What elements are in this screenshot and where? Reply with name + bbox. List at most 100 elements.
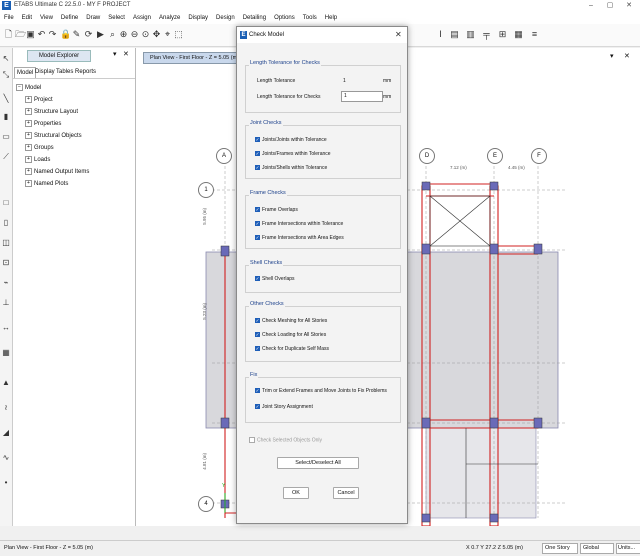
checkbox-frame-overlaps[interactable]: ✓ Frame Overlaps — [255, 207, 298, 213]
draw-triangle-icon[interactable]: ▲ — [1, 378, 11, 388]
close-view-icon[interactable]: ✕ — [624, 52, 630, 60]
menu-view[interactable]: View — [36, 12, 57, 24]
beam-icon[interactable]: ╤ — [482, 29, 491, 39]
pointer-icon[interactable]: ↖ — [1, 54, 11, 64]
draw-dimension-icon[interactable]: ↔ — [1, 323, 11, 333]
menu-options[interactable]: Options — [270, 12, 299, 24]
draw-point-icon[interactable]: • — [1, 478, 11, 488]
close-icon[interactable]: ✕ — [622, 1, 636, 11]
open-folder-icon[interactable]: 🗁 — [15, 29, 26, 39]
zoom-fit-icon[interactable]: ⊙ — [141, 29, 150, 39]
draw-floor-icon[interactable]: □ — [1, 198, 11, 208]
draw-link-icon[interactable]: ⌁ — [1, 278, 11, 288]
draw-tendon-icon[interactable]: ∿ — [1, 453, 11, 463]
tree-item-structure-layout[interactable]: + Structure Layout — [25, 108, 78, 116]
draw-line-icon[interactable]: ╲ — [1, 94, 11, 104]
checkbox-check-meshing[interactable]: ✓ Check Meshing for All Stories — [255, 318, 327, 324]
view-menu-icon[interactable]: ▾ — [610, 52, 614, 60]
zoom-out-icon[interactable]: ⊖ — [130, 29, 139, 39]
undo-icon[interactable]: ↶ — [37, 29, 46, 39]
draw-beam-icon[interactable]: ▭ — [1, 132, 11, 142]
draw-opening-icon[interactable]: ◫ — [1, 238, 11, 248]
draw-wall-icon[interactable]: ▯ — [1, 218, 11, 228]
reshape-icon[interactable]: ⤡ — [1, 70, 11, 80]
checkbox-duplicate-mass[interactable]: ✓ Check for Duplicate Self Mass — [255, 346, 329, 352]
collapse-icon[interactable]: − — [16, 84, 23, 91]
3d-view-icon[interactable]: ⬚ — [174, 29, 183, 39]
menu-design[interactable]: Design — [212, 12, 239, 24]
line-style-icon[interactable]: ≡ — [530, 29, 539, 39]
menu-analyze[interactable]: Analyze — [155, 12, 184, 24]
lock-icon[interactable]: 🔒 — [60, 29, 71, 39]
checkbox-shell-overlaps[interactable]: ✓ Shell Overlaps — [255, 276, 295, 282]
expand-icon[interactable]: + — [25, 144, 32, 151]
units-button[interactable]: Units... — [616, 543, 640, 554]
checkbox-selected-objects-only[interactable]: Check Selected Objects Only — [249, 437, 322, 443]
pan-icon[interactable]: ✥ — [152, 29, 161, 39]
checkbox-frame-area-edges[interactable]: ✓ Frame Intersections with Area Edges — [255, 235, 344, 241]
zoom-in-icon[interactable]: ⊕ — [119, 29, 128, 39]
brace-icon[interactable]: ⊞ — [498, 29, 507, 39]
cancel-button[interactable]: Cancel — [333, 487, 359, 499]
draw-brace-icon[interactable]: ⟋ — [1, 152, 11, 162]
menu-detailing[interactable]: Detailing — [239, 12, 270, 24]
story-dropdown[interactable]: One Story — [542, 543, 578, 554]
checkbox-check-loading[interactable]: ✓ Check Loading for All Stories — [255, 332, 326, 338]
zoom-previous-icon[interactable]: ⌖ — [163, 29, 172, 39]
zoom-window-icon[interactable]: ⌕ — [108, 29, 117, 39]
tree-item-named-plots[interactable]: + Named Plots — [25, 180, 68, 188]
pin-icon[interactable]: ▾ — [113, 50, 117, 58]
plan-view-tab[interactable]: Plan View - First Floor - Z = 5.05 (m) — [143, 52, 247, 64]
tab-reports[interactable]: Reports — [73, 67, 98, 77]
coord-system-dropdown[interactable]: Global — [580, 543, 614, 554]
text-cursor-icon[interactable]: I — [436, 29, 445, 39]
menu-define[interactable]: Define — [57, 12, 82, 24]
expand-icon[interactable]: + — [25, 180, 32, 187]
checkbox-frame-intersections[interactable]: ✓ Frame Intersections within Tolerance — [255, 221, 343, 227]
tree-item-properties[interactable]: + Properties — [25, 120, 61, 128]
wall-icon[interactable]: ▦ — [514, 29, 523, 39]
menu-select[interactable]: Select — [104, 12, 129, 24]
tree-item-project[interactable]: + Project — [25, 96, 53, 104]
minimize-icon[interactable]: – — [584, 1, 598, 11]
select-deselect-all-button[interactable]: Select/Deselect All — [277, 457, 359, 469]
pencil-icon[interactable]: ✎ — [72, 29, 81, 39]
checkbox-joints-joints[interactable]: ✓ Joints/Joints within Tolerance — [255, 137, 327, 143]
tree-item-groups[interactable]: + Groups — [25, 144, 54, 152]
ok-button[interactable]: OK — [283, 487, 309, 499]
tree-item-structural-objects[interactable]: + Structural Objects — [25, 132, 82, 140]
save-icon[interactable]: ▣ — [26, 29, 35, 39]
checkbox-joints-shells[interactable]: ✓ Joints/Shells within Tolerance — [255, 165, 327, 171]
draw-support-icon[interactable]: ⊥ — [1, 298, 11, 308]
maximize-icon[interactable]: ▢ — [603, 1, 617, 11]
tree-item-model[interactable]: − Model — [16, 84, 41, 92]
expand-icon[interactable]: + — [25, 132, 32, 139]
expand-icon[interactable]: + — [25, 168, 32, 175]
draw-spring-icon[interactable]: ≀ — [1, 403, 11, 413]
redo-icon[interactable]: ↷ — [48, 29, 57, 39]
expand-icon[interactable]: + — [25, 156, 32, 163]
menu-assign[interactable]: Assign — [129, 12, 155, 24]
expand-icon[interactable]: + — [25, 120, 32, 127]
draw-column-icon[interactable]: ▮ — [1, 112, 11, 122]
menu-help[interactable]: Help — [321, 12, 341, 24]
run-analysis-icon[interactable]: ▶ — [96, 29, 105, 39]
refresh-icon[interactable]: ⟳ — [84, 29, 93, 39]
expand-icon[interactable]: + — [25, 96, 32, 103]
menu-display[interactable]: Display — [184, 12, 212, 24]
draw-slope-icon[interactable]: ◢ — [1, 428, 11, 438]
checkbox-trim-extend-frames[interactable]: ✓ Trim or Extend Frames and Move Joints t… — [255, 388, 387, 394]
tree-item-named-output-items[interactable]: + Named Output Items — [25, 168, 89, 176]
close-icon[interactable]: ✕ — [395, 30, 402, 39]
tree-item-loads[interactable]: + Loads — [25, 156, 50, 164]
column-icon[interactable]: ▥ — [466, 29, 475, 39]
close-icon[interactable]: ✕ — [123, 50, 129, 58]
menu-draw[interactable]: Draw — [82, 12, 104, 24]
draw-grid-icon[interactable]: ▦ — [1, 348, 11, 358]
section-icon[interactable]: ▤ — [450, 29, 459, 39]
draw-area-icon[interactable]: ⊡ — [1, 258, 11, 268]
checks-tolerance-input[interactable]: 1 — [341, 91, 383, 102]
checkbox-joints-frames[interactable]: ✓ Joints/Frames within Tolerance — [255, 151, 331, 157]
checkbox-joint-story-assignment[interactable]: ✓ Joint Story Assignment — [255, 404, 313, 410]
menu-edit[interactable]: Edit — [18, 12, 36, 24]
